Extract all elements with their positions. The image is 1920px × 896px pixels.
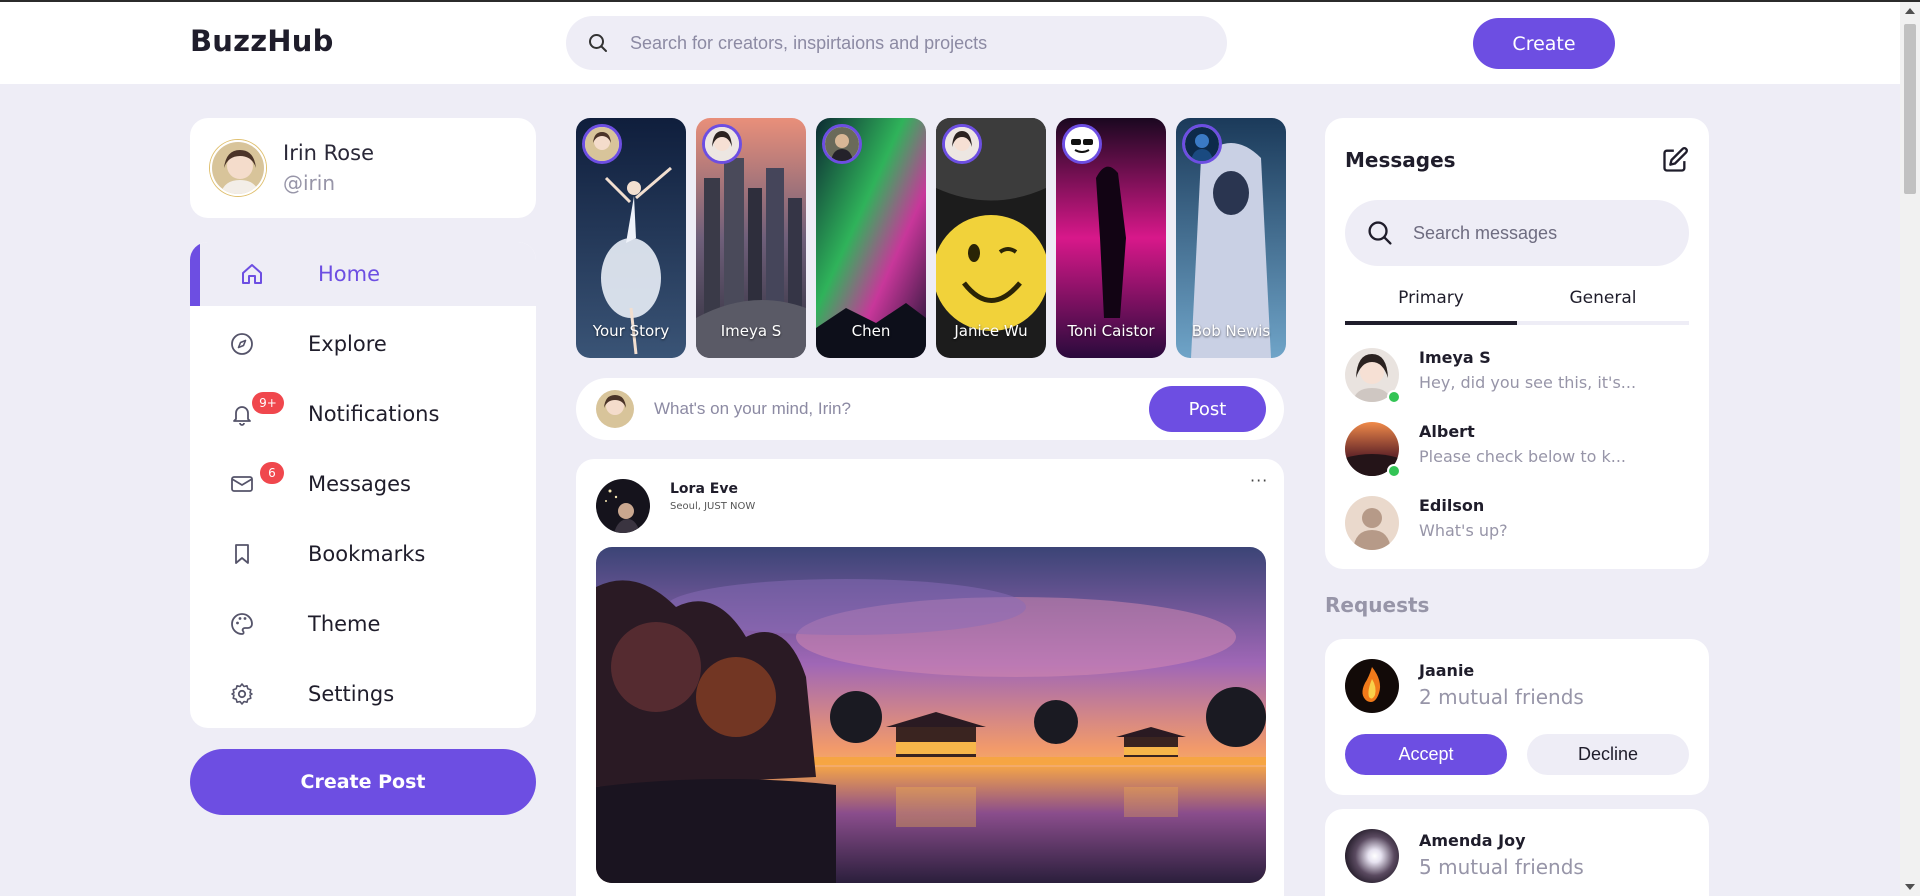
avatar: [1345, 496, 1399, 550]
story-avatar: [1062, 124, 1102, 164]
sidebar-item-home[interactable]: Home: [190, 242, 536, 306]
sidebar-item-label: Home: [318, 262, 381, 286]
sidebar-item-theme[interactable]: Theme: [190, 592, 536, 656]
avatar: [596, 390, 634, 428]
sidebar-nav: Home Explore 9+ Notifications 6 Messages…: [190, 242, 536, 728]
gear-icon: [231, 683, 253, 705]
create-button[interactable]: Create: [1473, 18, 1615, 69]
story-avatar: [1182, 124, 1222, 164]
palette-icon: [231, 613, 253, 635]
sidebar-item-label: Explore: [308, 332, 387, 356]
conversation-preview: What's up?: [1419, 521, 1508, 540]
app-logo[interactable]: BuzzHub: [190, 24, 334, 58]
composer-input[interactable]: [654, 378, 1114, 440]
create-post-button[interactable]: Create Post: [190, 749, 536, 815]
bell-icon: [233, 406, 251, 426]
post-button[interactable]: Post: [1149, 386, 1266, 432]
global-search[interactable]: [566, 16, 1227, 70]
home-icon: [242, 264, 262, 284]
tab-primary[interactable]: Primary: [1345, 288, 1517, 308]
mutual-friends-count: 2 mutual friends: [1419, 685, 1584, 709]
sidebar-item-explore[interactable]: Explore: [190, 312, 536, 376]
friend-request-card: Amenda Joy 5 mutual friends: [1325, 809, 1709, 896]
story-name: Toni Caistor: [1067, 322, 1155, 340]
post-location-time: Seoul, JUST NOW: [670, 501, 756, 512]
sidebar-item-settings[interactable]: Settings: [190, 662, 536, 726]
profile-card[interactable]: Irin Rose @irin: [190, 118, 536, 218]
story-card[interactable]: Toni Caistor: [1056, 118, 1166, 358]
messages-badge: 6: [260, 462, 284, 484]
avatar: [210, 140, 266, 196]
page-scrollbar[interactable]: [1900, 2, 1920, 896]
conversation-name: Imeya S: [1419, 348, 1491, 367]
story-name: Chen: [851, 322, 891, 340]
compass-icon: [231, 333, 253, 355]
friend-request-card: Jaanie 2 mutual friends Accept Decline: [1325, 639, 1709, 795]
conversation-item[interactable]: Edilson What's up?: [1345, 492, 1689, 552]
search-icon: [1368, 221, 1392, 245]
sidebar-item-label: Notifications: [308, 402, 440, 426]
tab-general[interactable]: General: [1517, 288, 1689, 308]
sidebar-item-bookmarks[interactable]: Bookmarks: [190, 522, 536, 586]
profile-handle: @irin: [283, 171, 336, 195]
online-status-indicator: [1387, 390, 1401, 404]
messages-search[interactable]: [1345, 200, 1689, 266]
story-card[interactable]: Chen: [816, 118, 926, 358]
story-card[interactable]: Bob Newis: [1176, 118, 1286, 358]
profile-name: Irin Rose: [283, 141, 375, 165]
messages-search-input[interactable]: [1413, 200, 1673, 266]
story-name: Imeya S: [720, 322, 782, 340]
avatar[interactable]: [1345, 659, 1399, 713]
sidebar-item-label: Settings: [308, 682, 395, 706]
request-name: Amenda Joy: [1419, 831, 1526, 850]
story-name: Your Story: [592, 322, 670, 340]
story-name: Janice Wu: [954, 322, 1028, 340]
active-tab-indicator: [1345, 321, 1517, 325]
avatar[interactable]: [1345, 829, 1399, 883]
story-avatar: [582, 124, 622, 164]
top-navbar: BuzzHub Create: [0, 2, 1900, 84]
story-name: Bob Newis: [1191, 322, 1271, 340]
post-image[interactable]: [596, 547, 1266, 883]
messages-panel: Messages Primary General Imeya S Hey, di…: [1325, 118, 1709, 569]
global-search-input[interactable]: [630, 16, 1210, 70]
sidebar-item-label: Messages: [308, 472, 411, 496]
sidebar-item-label: Bookmarks: [308, 542, 426, 566]
bookmark-icon: [235, 544, 249, 564]
conversation-name: Edilson: [1419, 496, 1485, 515]
scroll-up-arrow-icon[interactable]: [1905, 8, 1915, 14]
story-card[interactable]: Imeya S: [696, 118, 806, 358]
conversation-preview: Please check below to k...: [1419, 447, 1627, 466]
compose-message-icon[interactable]: [1661, 146, 1689, 174]
post-composer: Post: [576, 378, 1284, 440]
messages-title: Messages: [1345, 148, 1456, 172]
story-avatar: [822, 124, 862, 164]
story-card[interactable]: Janice Wu: [936, 118, 1046, 358]
conversation-name: Albert: [1419, 422, 1475, 441]
sidebar-item-messages[interactable]: 6 Messages: [190, 452, 536, 516]
sidebar-item-notifications[interactable]: 9+ Notifications: [190, 382, 536, 446]
envelope-icon: [231, 476, 253, 492]
online-status-indicator: [1387, 464, 1401, 478]
feed-post: Lora Eve Seoul, JUST NOW ···: [576, 459, 1284, 896]
requests-title: Requests: [1325, 593, 1430, 617]
scroll-down-arrow-icon[interactable]: [1905, 884, 1915, 890]
conversation-item[interactable]: Albert Please check below to k...: [1345, 418, 1689, 478]
decline-button[interactable]: Decline: [1527, 734, 1689, 775]
conversation-item[interactable]: Imeya S Hey, did you see this, it's...: [1345, 344, 1689, 404]
post-author[interactable]: Lora Eve: [670, 481, 738, 497]
mutual-friends-count: 5 mutual friends: [1419, 855, 1584, 879]
search-icon: [589, 34, 607, 52]
story-avatar: [942, 124, 982, 164]
request-name: Jaanie: [1419, 661, 1475, 680]
conversation-preview: Hey, did you see this, it's...: [1419, 373, 1637, 392]
post-options-icon[interactable]: ···: [1250, 471, 1268, 490]
story-card[interactable]: Your Story: [576, 118, 686, 358]
notifications-badge: 9+: [252, 392, 284, 414]
accept-button[interactable]: Accept: [1345, 734, 1507, 775]
avatar[interactable]: [596, 479, 650, 533]
sidebar-item-label: Theme: [308, 612, 381, 636]
scrollbar-thumb[interactable]: [1904, 24, 1916, 194]
story-avatar: [702, 124, 742, 164]
